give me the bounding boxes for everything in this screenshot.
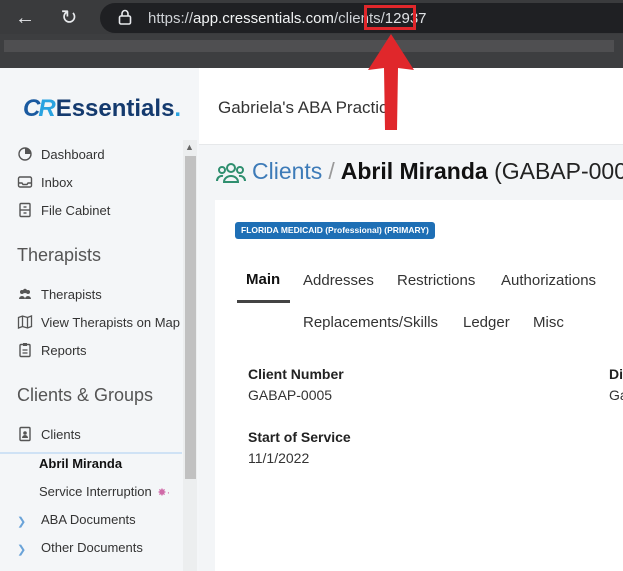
logo-dot: . xyxy=(174,95,182,122)
start-of-service-value: 11/1/2022 xyxy=(248,450,310,466)
url-host: app.cressentials.com xyxy=(193,10,334,27)
client-code: (GABAP-000 xyxy=(494,158,623,184)
sidebar-scrollbar-thumb[interactable] xyxy=(185,156,196,479)
sidebar-item-view-therapists-map[interactable]: View Therapists on Map xyxy=(17,312,180,332)
sidebar-item-label: View Therapists on Map xyxy=(41,314,180,330)
chevron-right-icon[interactable]: ❯ xyxy=(17,543,26,556)
browser-toolbar: ← ↻ https://app.cressentials.com/clients… xyxy=(0,0,623,68)
tab-main[interactable]: Main xyxy=(246,271,280,288)
sidebar-item-label: Clients xyxy=(41,426,81,442)
sidebar-section-therapists: Therapists xyxy=(17,245,102,265)
sidebar-item-label: Service Interruption xyxy=(39,484,152,499)
tab-ledger[interactable]: Ledger xyxy=(463,314,510,331)
sidebar-subitem-abril-miranda[interactable]: Abril Miranda xyxy=(39,456,122,476)
sidebar-item-clients[interactable]: Clients xyxy=(17,424,81,444)
lock-icon xyxy=(118,9,132,25)
start-of-service-label: Start of Service xyxy=(248,429,351,445)
sidebar-item-other-documents[interactable]: Other Documents xyxy=(41,540,143,560)
sidebar-item-dashboard[interactable]: Dashboard xyxy=(17,144,105,164)
sidebar-subitem-service-interruption[interactable]: Service Interruption ✸· xyxy=(39,484,170,504)
active-row-indicator xyxy=(0,452,182,454)
sidebar-item-label: Dashboard xyxy=(41,146,105,162)
tab-restrictions[interactable]: Restrictions xyxy=(397,272,475,289)
users-icon xyxy=(19,288,31,299)
tab-addresses[interactable]: Addresses xyxy=(303,272,374,289)
sidebar-item-label: File Cabinet xyxy=(41,202,111,218)
active-tab-underline xyxy=(237,300,290,303)
insurance-badge: FLORIDA MEDICAID (Professional) (PRIMARY… xyxy=(235,222,435,239)
clients-group-icon xyxy=(216,163,246,183)
truncated-field-label: Di xyxy=(609,366,623,382)
client-file-icon xyxy=(19,426,31,442)
red-annotation-arrow-icon xyxy=(368,34,414,130)
map-icon xyxy=(17,315,33,329)
cr-essentials-logo[interactable]: CREssentials. xyxy=(23,95,181,123)
sidebar-item-label: Reports xyxy=(41,342,87,358)
sidebar-item-file-cabinet[interactable]: File Cabinet xyxy=(17,200,110,220)
inbox-icon xyxy=(17,176,33,188)
tab-authorizations[interactable]: Authorizations xyxy=(501,272,596,289)
tab-misc[interactable]: Misc xyxy=(533,314,564,331)
sidebar-item-label: Inbox xyxy=(41,174,73,190)
scroll-up-arrow-icon[interactable]: ▲ xyxy=(185,142,194,152)
clipboard-icon xyxy=(19,343,31,358)
tab-replacements-skills[interactable]: Replacements/Skills xyxy=(303,314,438,331)
url-prefix: https:// xyxy=(148,10,194,27)
breadcrumb: Clients / Abril Miranda (GABAP-000 xyxy=(252,158,623,185)
sidebar-item-label: Therapists xyxy=(41,286,102,302)
reload-icon[interactable]: ↻ xyxy=(54,6,84,30)
back-arrow-icon[interactable]: ← xyxy=(10,6,40,30)
sparkle-icon: ✸· xyxy=(157,487,171,499)
dashboard-icon xyxy=(18,147,32,161)
sidebar-section-clients-groups: Clients & Groups xyxy=(17,385,154,405)
sidebar-item-therapists[interactable]: Therapists xyxy=(17,284,102,304)
url-id-highlight-box xyxy=(364,5,416,30)
file-cabinet-icon xyxy=(19,202,31,218)
sidebar-item-aba-documents[interactable]: ABA Documents xyxy=(41,512,136,532)
breadcrumb-separator: / xyxy=(328,158,335,184)
address-bar[interactable]: https://app.cressentials.com/clients/129… xyxy=(100,3,623,33)
page-title-client-name: Abril Miranda xyxy=(340,158,488,184)
truncated-field-value: Ga xyxy=(609,387,623,403)
sidebar: CREssentials. Dashboard Inbox File Cabin… xyxy=(0,68,199,571)
blurred-bookmarks xyxy=(4,40,614,52)
client-number-value: GABAP-0005 xyxy=(248,387,333,403)
bookmarks-bar xyxy=(0,34,623,68)
client-number-label: Client Number xyxy=(248,366,344,382)
chevron-right-icon[interactable]: ❯ xyxy=(17,515,26,528)
logo-c: C xyxy=(23,95,40,122)
logo-text: Essentials xyxy=(55,95,175,122)
sidebar-item-reports[interactable]: Reports xyxy=(17,340,87,360)
logo-r: R xyxy=(38,95,56,122)
sidebar-item-inbox[interactable]: Inbox xyxy=(17,172,73,192)
breadcrumb-clients-link[interactable]: Clients xyxy=(252,158,322,184)
client-detail-card xyxy=(215,200,623,571)
